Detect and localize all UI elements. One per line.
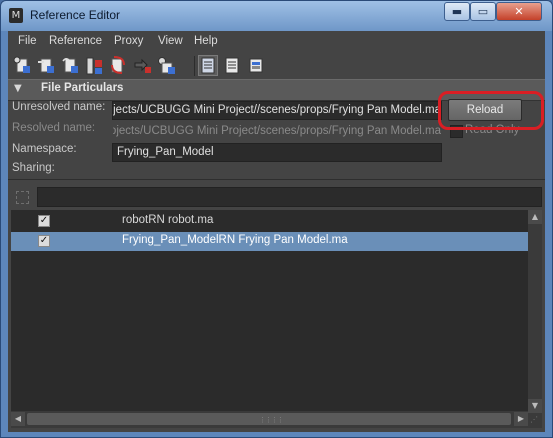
horizontal-scroll-thumb[interactable]: ⋮⋮⋮⋮ <box>27 413 511 425</box>
reference-row-frying-pan[interactable]: ✓ Frying_Pan_ModelRN Frying Pan Model.ma <box>11 232 528 251</box>
proxy-view-icon <box>249 58 263 73</box>
reload-reference-icon <box>62 57 78 73</box>
replace-reference-icon <box>134 58 151 73</box>
load-reference-icon <box>13 56 30 73</box>
unload-reference-button[interactable] <box>36 55 56 76</box>
menu-file[interactable]: File <box>18 35 37 47</box>
toolbar <box>8 53 545 79</box>
maya-app-icon: M <box>9 8 23 23</box>
reference-list-button[interactable] <box>198 55 218 76</box>
resolved-name-field: /projects/UCBUGG Mini Project/scenes/pro… <box>112 122 442 141</box>
reference-label: robotRN robot.ma <box>122 214 214 226</box>
editor-client-area: File Reference Proxy View Help ▼ File Pa… <box>8 31 545 432</box>
proxy-view-button[interactable] <box>246 55 266 76</box>
window-title: Reference Editor <box>30 8 121 22</box>
select-file-button[interactable] <box>156 55 176 76</box>
reference-checkbox[interactable]: ✓ <box>38 235 50 247</box>
collapse-arrow-icon[interactable]: ▼ <box>14 83 22 94</box>
reference-list-active-icon <box>201 57 215 74</box>
import-objects-icon <box>86 57 102 75</box>
namespace-label: Namespace: <box>12 143 77 155</box>
vertical-scrollbar[interactable]: ▲ ▼ <box>528 210 542 428</box>
scroll-right-arrow-icon[interactable]: ▶ <box>514 412 528 426</box>
unload-reference-icon <box>38 58 54 73</box>
select-file-icon <box>158 57 175 74</box>
grip-icon: ⋮⋮⋮⋮ <box>259 416 284 424</box>
menu-help[interactable]: Help <box>194 35 218 47</box>
menu-view[interactable]: View <box>158 35 183 47</box>
unresolved-name-label: Unresolved name: <box>12 101 106 113</box>
reference-row-robot[interactable]: ✓ robotRN robot.ma <box>11 212 528 231</box>
reference-editor-window: M Reference Editor ▬ ▭ ✕ File Reference … <box>0 0 553 438</box>
reference-list: ✓ robotRN robot.ma ✓ Frying_Pan_ModelRN … <box>11 210 528 428</box>
maximize-button[interactable]: ▭ <box>470 2 496 21</box>
list-view-button[interactable] <box>222 55 242 76</box>
resolved-name-label: Resolved name: <box>12 122 96 134</box>
scroll-down-arrow-icon[interactable]: ▼ <box>528 399 542 413</box>
horizontal-scrollbar[interactable]: ◀ ⋮⋮⋮⋮ ▶ <box>11 411 528 428</box>
unresolved-name-value: /projects/UCBUGG Mini Project//scenes/pr… <box>112 104 441 116</box>
menu-reference[interactable]: Reference <box>49 35 102 47</box>
minimize-button[interactable]: ▬ <box>444 2 470 21</box>
import-objects-button[interactable] <box>84 55 104 76</box>
unresolved-name-field[interactable]: /projects/UCBUGG Mini Project//scenes/pr… <box>112 101 442 120</box>
namespace-field[interactable]: Frying_Pan_Model <box>112 143 442 162</box>
close-button[interactable]: ✕ <box>496 2 542 21</box>
list-view-icon <box>225 57 239 74</box>
reference-label: Frying_Pan_ModelRN Frying Pan Model.ma <box>122 234 348 246</box>
remove-reference-button[interactable] <box>108 55 128 76</box>
menu-proxy[interactable]: Proxy <box>114 35 143 47</box>
sharing-label: Sharing: <box>12 162 55 174</box>
scroll-left-arrow-icon[interactable]: ◀ <box>11 412 25 426</box>
reload-reference-button[interactable] <box>60 55 80 76</box>
menu-bar: File Reference Proxy View Help <box>8 31 545 53</box>
filter-input[interactable] <box>37 187 542 207</box>
resolved-name-value: /projects/UCBUGG Mini Project/scenes/pro… <box>112 125 441 137</box>
resize-grip-icon[interactable]: ⋰ <box>530 415 542 427</box>
replace-reference-button[interactable] <box>132 55 152 76</box>
panel-divider[interactable] <box>8 179 545 180</box>
filter-icon[interactable] <box>16 191 29 204</box>
title-bar[interactable]: M Reference Editor ▬ ▭ ✕ <box>1 1 552 31</box>
reload-highlight-annotation <box>438 91 544 130</box>
section-title: File Particulars <box>41 82 124 94</box>
toolbar-separator <box>194 56 195 76</box>
load-reference-button[interactable] <box>12 55 32 76</box>
remove-reference-icon <box>111 56 125 74</box>
scroll-up-arrow-icon[interactable]: ▲ <box>528 210 542 224</box>
reference-checkbox[interactable]: ✓ <box>38 215 50 227</box>
